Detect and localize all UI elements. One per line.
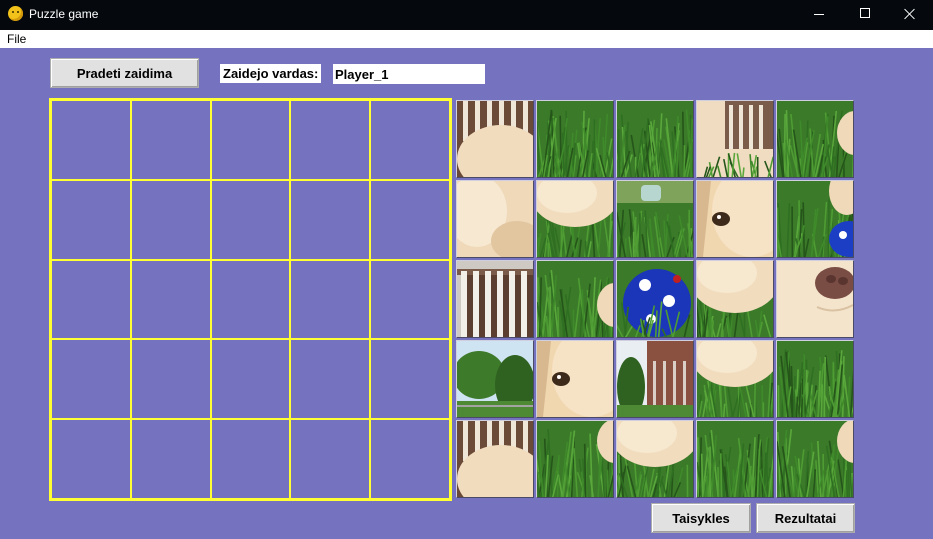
board-cell[interactable] [370, 179, 450, 260]
maximize-button[interactable] [842, 0, 888, 30]
puzzle-piece-fur[interactable] [456, 180, 534, 258]
minimize-button[interactable] [796, 0, 842, 30]
close-icon [904, 8, 916, 20]
puzzle-piece-ball[interactable] [616, 260, 694, 338]
board-cell[interactable] [51, 339, 131, 420]
puzzle-piece-fur-fence[interactable] [696, 100, 774, 178]
puzzle-piece-trees-house[interactable] [616, 340, 694, 418]
title-bar: Puzzle game [0, 0, 933, 30]
puzzle-piece-fur-grass[interactable] [536, 180, 614, 258]
puzzle-piece-trees[interactable] [456, 340, 534, 418]
menu-bar: File [0, 30, 933, 48]
player-name-label: Zaidejo vardas: [220, 64, 322, 83]
board-cell[interactable] [290, 339, 371, 420]
puzzle-piece-puppy-eye[interactable] [536, 340, 614, 418]
puzzle-piece-fur-grass[interactable] [696, 260, 774, 338]
maximize-icon [860, 8, 870, 18]
results-button[interactable]: Rezultatai [756, 503, 855, 533]
menu-file[interactable]: File [7, 32, 26, 46]
board-cell[interactable] [290, 419, 371, 499]
puzzle-piece-grass-fur[interactable] [536, 260, 614, 338]
puzzle-piece-puppy-eye[interactable] [696, 180, 774, 258]
start-game-button[interactable]: Pradeti zaidima [50, 58, 199, 88]
puzzle-piece-grass[interactable] [616, 100, 694, 178]
puzzle-piece-fence[interactable] [456, 260, 534, 338]
face-emoji-icon [8, 6, 23, 21]
puzzle-piece-grass-fur[interactable] [776, 100, 854, 178]
puzzle-piece-grass-ball[interactable] [776, 180, 854, 258]
board-cell[interactable] [290, 259, 371, 340]
board-cell[interactable] [51, 179, 131, 260]
close-button[interactable] [887, 0, 933, 30]
board-cell[interactable] [130, 100, 211, 180]
board-cell[interactable] [210, 339, 291, 420]
minimize-icon [814, 14, 824, 15]
puzzle-piece-grass-fur[interactable] [776, 420, 854, 498]
board-cell[interactable] [210, 419, 291, 499]
board-cell[interactable] [210, 100, 291, 180]
puzzle-piece-grass-toy[interactable] [616, 180, 694, 258]
board-cell[interactable] [51, 259, 131, 340]
board-cell[interactable] [130, 419, 211, 499]
board-cell[interactable] [370, 259, 450, 340]
puzzle-piece-grass-fur[interactable] [536, 420, 614, 498]
board-cell[interactable] [290, 179, 371, 260]
board-cell[interactable] [130, 259, 211, 340]
board-cell[interactable] [290, 100, 371, 180]
board-cell[interactable] [51, 419, 131, 499]
puzzle-piece-grass[interactable] [696, 420, 774, 498]
board-cell[interactable] [370, 100, 450, 180]
board-cell[interactable] [210, 259, 291, 340]
board-cell[interactable] [130, 339, 211, 420]
puzzle-piece-fur-grass[interactable] [696, 340, 774, 418]
board-cell[interactable] [51, 100, 131, 180]
puzzle-piece-grass[interactable] [536, 100, 614, 178]
puzzle-piece-grass[interactable] [776, 340, 854, 418]
board-cell[interactable] [370, 339, 450, 420]
rules-button[interactable]: Taisykles [651, 503, 751, 533]
puzzle-piece-puppy-nose[interactable] [776, 260, 854, 338]
player-name-input[interactable] [333, 64, 485, 84]
board-cell[interactable] [130, 179, 211, 260]
puzzle-board [49, 98, 452, 501]
puzzle-game-window: Puzzle game File Pradeti zaidima Zaidejo… [0, 0, 933, 539]
puzzle-piece-fence-fur[interactable] [456, 100, 534, 178]
board-cell[interactable] [210, 179, 291, 260]
puzzle-pieces-area [455, 99, 855, 499]
puzzle-piece-fur-grass[interactable] [616, 420, 694, 498]
window-title: Puzzle game [29, 7, 99, 21]
board-cell[interactable] [370, 419, 450, 499]
puzzle-piece-fence-fur[interactable] [456, 420, 534, 498]
